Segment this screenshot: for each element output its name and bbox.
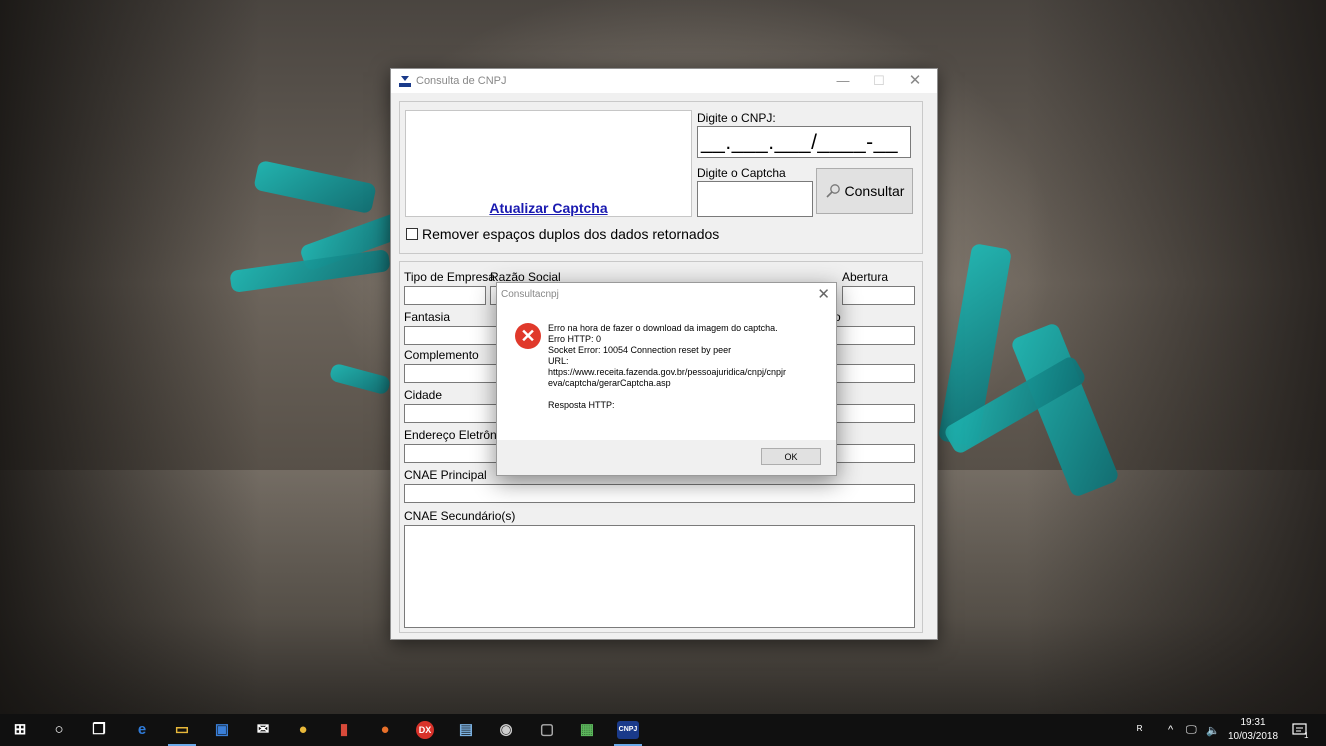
dialog-footer: OK	[497, 440, 836, 475]
store-icon: ▣	[214, 721, 230, 738]
maximize-button[interactable]: ☐	[861, 69, 897, 93]
email-label: Endereço Eletrônic	[404, 428, 506, 442]
window-app-icon: ▢	[539, 721, 555, 738]
window-titlebar[interactable]: Consulta de CNPJ — ☐ ✕	[391, 69, 937, 93]
error-dialog: Consultacnpj ✕ ✕ Erro na hora de fazer o…	[496, 282, 837, 476]
dialog-message: Erro na hora de fazer o download da imag…	[548, 323, 820, 411]
dialog-message-line: URL:	[548, 356, 569, 366]
dx-icon: DX	[416, 721, 434, 739]
complemento-label: Complemento	[404, 348, 479, 362]
dialog-message-line: Resposta HTTP:	[548, 400, 615, 410]
notes-icon: ▦	[579, 721, 595, 738]
window-title: Consulta de CNPJ	[416, 75, 507, 87]
clock-date: 10/03/2018	[1227, 731, 1279, 742]
cnpj-label: Digite o CNPJ:	[697, 111, 776, 125]
taskbar-notes-button[interactable]: ▦	[567, 714, 607, 746]
cnae-principal-label: CNAE Principal	[404, 468, 487, 482]
mail-icon: ✉	[256, 721, 270, 738]
chrome-icon: ●	[298, 721, 308, 738]
chevron-up-icon[interactable]: ^	[1168, 714, 1173, 746]
firefox-icon: ●	[380, 721, 390, 738]
fantasia-label: Fantasia	[404, 310, 451, 324]
search-group: Atualizar Captcha Digite o CNPJ: __.___.…	[399, 101, 923, 254]
cidade-label: Cidade	[404, 388, 443, 402]
dialog-message-line	[548, 389, 820, 400]
captcha-label: Digite o Captcha	[697, 166, 786, 180]
network-icon[interactable]: 🖵	[1186, 714, 1197, 746]
volume-icon[interactable]: 🔈	[1206, 714, 1220, 746]
taskbar-equalizer-button[interactable]: ▮	[324, 714, 364, 746]
wallpaper-ribbon	[328, 362, 392, 396]
abertura-field[interactable]	[842, 286, 915, 305]
remove-spaces-option[interactable]: Remover espaços duplos dos dados retorna…	[406, 226, 719, 242]
edge-icon: e	[137, 721, 147, 738]
dialog-title: Consultacnpj	[501, 289, 559, 300]
equalizer-icon: ▮	[339, 721, 349, 738]
notepad-icon: ▤	[458, 721, 474, 738]
taskbar-network-tool-button[interactable]: ◉	[486, 714, 526, 746]
taskbar-chrome-button[interactable]: ●	[283, 714, 323, 746]
taskbar-firefox-button[interactable]: ●	[365, 714, 405, 746]
taskbar-cnpj-app-button[interactable]: CNPJ	[608, 714, 648, 746]
start-icon: ⊞	[13, 721, 27, 738]
notification-count: 1	[1304, 730, 1309, 740]
error-icon: ✕	[515, 323, 541, 349]
search-icon: ○	[54, 721, 64, 738]
dialog-message-line: Erro HTTP: 0	[548, 334, 602, 344]
refresh-captcha-link[interactable]: Atualizar Captcha	[406, 200, 691, 216]
cnpj-app-icon	[398, 74, 412, 88]
clock[interactable]: 19:31 10/03/2018	[1226, 716, 1280, 744]
minimize-button[interactable]: —	[825, 69, 861, 93]
wallpaper-ribbon	[253, 159, 377, 215]
taskbar-file-explorer-button[interactable]: ▭	[162, 714, 202, 746]
taskbar-start-button[interactable]: ⊞	[0, 714, 40, 746]
task-view-icon: ❐	[92, 721, 106, 738]
captcha-image-area: Atualizar Captcha	[405, 110, 692, 217]
remove-spaces-label: Remover espaços duplos dos dados retorna…	[422, 226, 720, 242]
tipo-empresa-field[interactable]	[404, 286, 486, 305]
taskbar-task-view-button[interactable]: ❐	[79, 714, 119, 746]
cnae-secundarios-textarea[interactable]	[404, 525, 915, 628]
clock-time: 19:31	[1240, 717, 1266, 728]
tipo-empresa-label: Tipo de Empresa	[404, 270, 495, 284]
taskbar: ⊞ ○ ❐ e ▭ ▣ ✉ ● ▮ ● DX ▤ ◉ ▢ ▦ CNPJ ᴿ ^ 🖵 🔈 19:31 10/03…	[0, 714, 1326, 746]
dialog-message-line: https://www.receita.fazenda.gov.br/pesso…	[548, 367, 786, 377]
taskbar-edge-button[interactable]: e	[122, 714, 162, 746]
network-tool-icon: ◉	[499, 721, 513, 738]
taskbar-window-app-button[interactable]: ▢	[527, 714, 567, 746]
notification-center[interactable]: 1	[1292, 714, 1308, 746]
wallpaper-shadow-left	[0, 0, 260, 715]
cnpj-input[interactable]: __.___.___/____-__	[697, 126, 911, 158]
close-button[interactable]: ✕	[897, 69, 933, 93]
dialog-message-line: eva/captcha/gerarCaptcha.asp	[548, 378, 671, 388]
remove-spaces-checkbox[interactable]	[406, 228, 418, 240]
abertura-label: Abertura	[842, 270, 889, 284]
file-explorer-icon: ▭	[174, 721, 190, 738]
taskbar-mail-button[interactable]: ✉	[243, 714, 283, 746]
people-icon[interactable]: ᴿ	[1137, 714, 1142, 746]
magnifier-icon	[825, 184, 840, 198]
dialog-close-button[interactable]: ✕	[817, 285, 830, 303]
consultar-button[interactable]: Consultar	[816, 168, 913, 214]
cnae-secundarios-label: CNAE Secundário(s)	[404, 509, 516, 523]
consultar-label: Consultar	[844, 183, 905, 199]
taskbar-notepad-button[interactable]: ▤	[446, 714, 486, 746]
taskbar-search-button[interactable]: ○	[39, 714, 79, 746]
dialog-message-line: Erro na hora de fazer o download da imag…	[548, 323, 778, 333]
captcha-input[interactable]	[697, 181, 813, 217]
cnpj-app-icon: CNPJ	[617, 721, 639, 739]
taskbar-store-button[interactable]: ▣	[202, 714, 242, 746]
ok-button[interactable]: OK	[761, 448, 821, 465]
cnae-principal-field[interactable]	[404, 484, 915, 503]
dialog-message-line: Socket Error: 10054 Connection reset by …	[548, 345, 732, 355]
taskbar-dx-button[interactable]: DX	[405, 714, 445, 746]
